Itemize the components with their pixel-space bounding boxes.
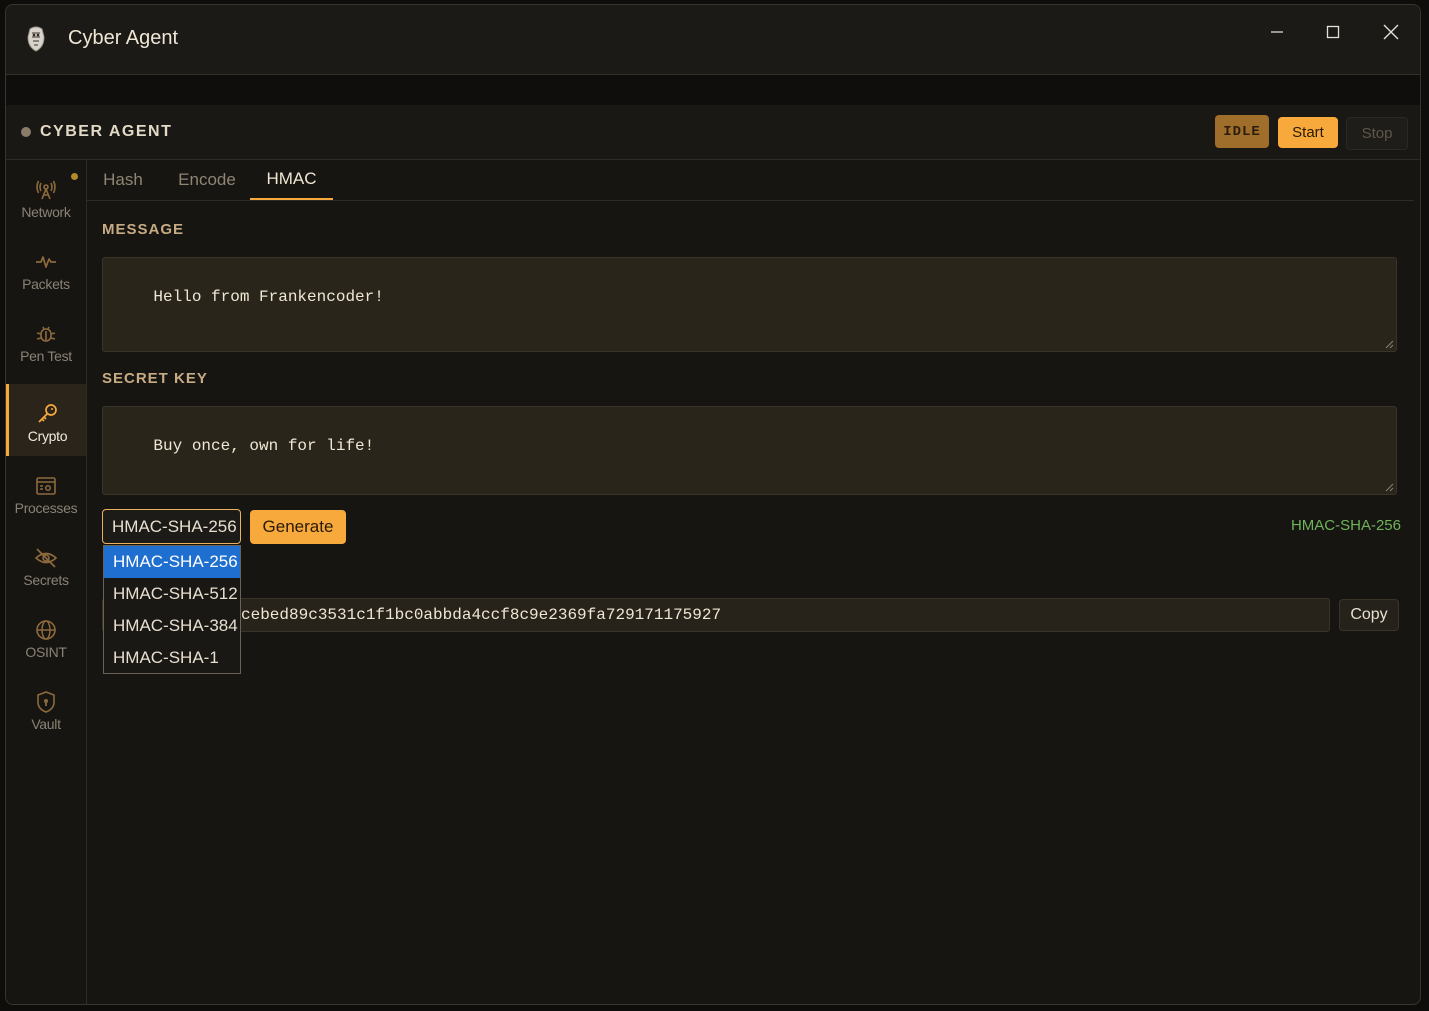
copy-button[interactable]: Copy bbox=[1339, 599, 1399, 631]
algorithm-option[interactable]: HMAC-SHA-1 bbox=[104, 642, 240, 674]
sidebar-item-pen-test[interactable]: Pen Test bbox=[6, 304, 86, 376]
maximize-button[interactable] bbox=[1320, 19, 1346, 45]
sidebar-item-label: Packets bbox=[22, 276, 70, 292]
eye-off-icon bbox=[34, 546, 58, 570]
sidebar-item-packets[interactable]: Packets bbox=[6, 232, 86, 304]
sidebar-item-processes[interactable]: Processes bbox=[6, 456, 86, 528]
start-button[interactable]: Start bbox=[1278, 117, 1338, 148]
hmac-output-text: cebed89c3531c1f1bc0abbda4ccf8c9e2369fa72… bbox=[241, 606, 722, 624]
antenna-icon bbox=[34, 178, 58, 202]
algorithm-select[interactable]: HMAC-SHA-256 bbox=[102, 509, 241, 544]
message-label: MESSAGE bbox=[102, 221, 185, 238]
sidebar-item-vault[interactable]: Vault bbox=[6, 672, 86, 744]
sidebar-item-label: Crypto bbox=[27, 428, 68, 444]
algorithm-dropdown-list: HMAC-SHA-256 HMAC-SHA-512 HMAC-SHA-384 H… bbox=[103, 545, 241, 674]
secret-key-input[interactable]: Buy once, own for life! bbox=[102, 406, 1397, 495]
minimize-button[interactable] bbox=[1264, 19, 1290, 45]
sidebar-item-secrets[interactable]: Secrets bbox=[6, 528, 86, 600]
sidebar: Network Packets Pen Test Crypto Processe bbox=[6, 160, 87, 1004]
sidebar-item-network[interactable]: Network bbox=[6, 160, 86, 232]
tab-encode[interactable]: Encode bbox=[165, 160, 249, 200]
secret-key-label: SECRET KEY bbox=[102, 370, 208, 387]
sidebar-item-label: Network bbox=[21, 204, 71, 220]
crypto-tabs: Hash Encode HMAC bbox=[87, 160, 1414, 201]
status-badge: IDLE bbox=[1215, 115, 1269, 148]
app-title: Cyber Agent bbox=[68, 27, 179, 49]
sidebar-item-label: OSINT bbox=[25, 644, 67, 660]
secret-key-text: Buy once, own for life! bbox=[153, 437, 375, 455]
message-text: Hello from Frankencoder! bbox=[153, 288, 384, 306]
algorithm-option[interactable]: HMAC-SHA-384 bbox=[104, 610, 240, 642]
sidebar-item-crypto[interactable]: Crypto bbox=[6, 384, 86, 456]
maximize-icon bbox=[1326, 25, 1340, 39]
sidebar-item-osint[interactable]: OSINT bbox=[6, 600, 86, 672]
key-icon bbox=[36, 402, 60, 426]
resize-grip-icon[interactable] bbox=[1384, 482, 1394, 492]
resize-grip-icon[interactable] bbox=[1384, 339, 1394, 349]
brand-title: CYBER AGENT bbox=[40, 123, 173, 140]
algorithm-option[interactable]: HMAC-SHA-256 bbox=[104, 546, 240, 578]
result-algorithm-label: HMAC-SHA-256 bbox=[1290, 517, 1401, 534]
process-window-icon bbox=[34, 474, 58, 498]
tab-hmac[interactable]: HMAC bbox=[250, 160, 333, 200]
algorithm-option[interactable]: HMAC-SHA-512 bbox=[104, 578, 240, 610]
stop-button[interactable]: Stop bbox=[1346, 117, 1408, 150]
message-input[interactable]: Hello from Frankencoder! bbox=[102, 257, 1397, 352]
app-window: Cyber Agent CYBER AGENT IDLE Start Stop … bbox=[5, 4, 1421, 1005]
shield-icon bbox=[34, 690, 58, 714]
close-button[interactable] bbox=[1378, 19, 1404, 45]
app-header: CYBER AGENT IDLE Start Stop bbox=[6, 105, 1420, 160]
status-dot bbox=[21, 127, 31, 137]
sidebar-item-label: Processes bbox=[14, 500, 78, 516]
close-icon bbox=[1383, 24, 1399, 40]
app-logo-icon bbox=[24, 25, 48, 53]
generate-button[interactable]: Generate bbox=[250, 510, 346, 544]
globe-icon bbox=[34, 618, 58, 642]
sidebar-item-label: Pen Test bbox=[20, 348, 72, 364]
title-bar: Cyber Agent bbox=[6, 5, 1420, 75]
pulse-icon bbox=[34, 250, 58, 274]
minimize-icon bbox=[1271, 31, 1283, 33]
menu-strip bbox=[6, 75, 1420, 105]
sidebar-item-label: Secrets bbox=[23, 572, 69, 588]
bug-icon bbox=[34, 322, 58, 346]
tab-hash[interactable]: Hash bbox=[87, 160, 159, 200]
sidebar-item-label: Vault bbox=[31, 716, 61, 732]
hmac-output-field[interactable]: cebed89c3531c1f1bc0abbda4ccf8c9e2369fa72… bbox=[102, 598, 1330, 632]
